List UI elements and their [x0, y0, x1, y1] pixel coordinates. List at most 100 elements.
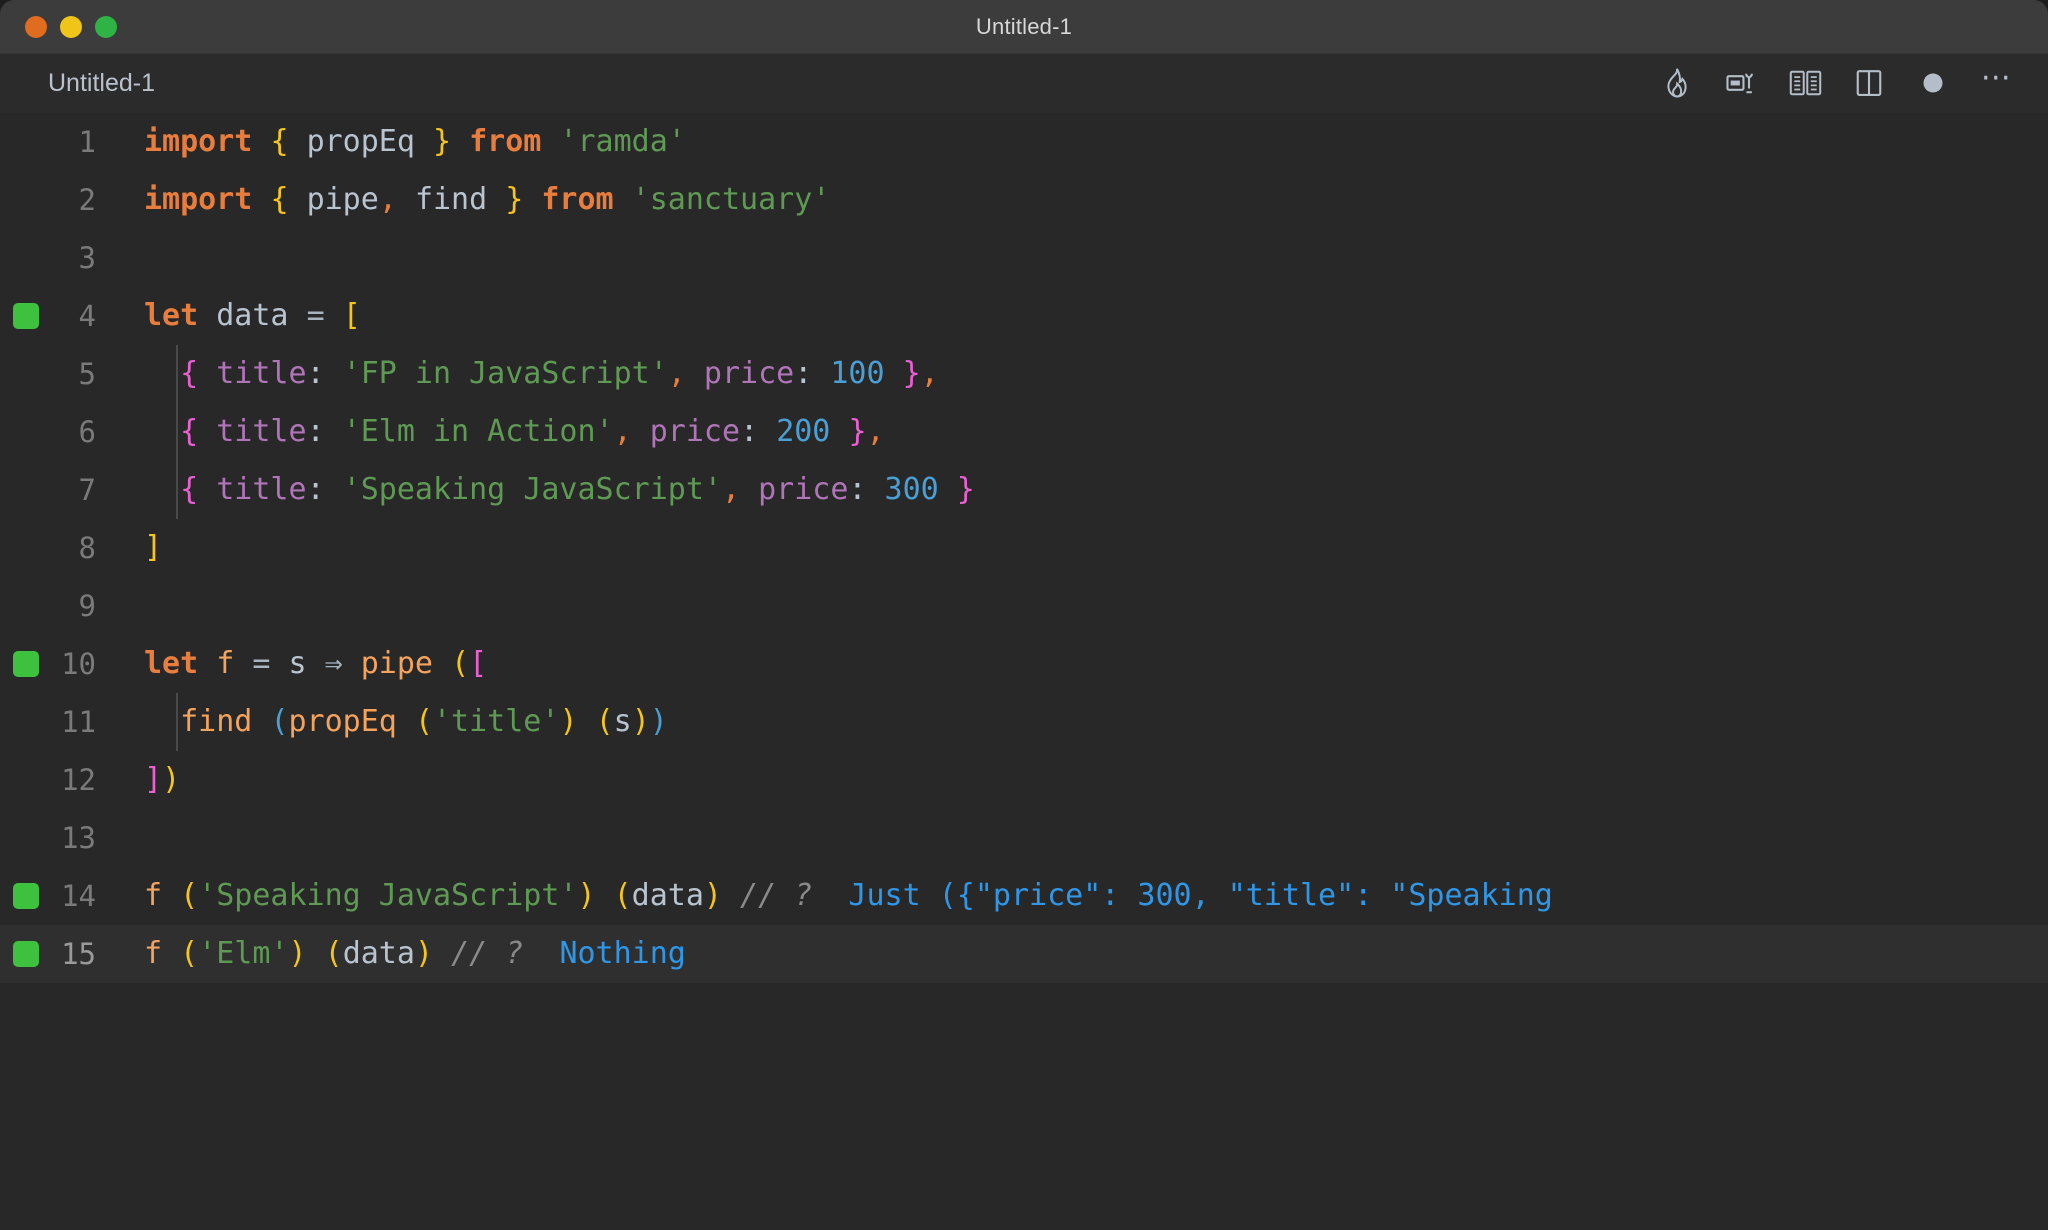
line-number: 2 — [78, 183, 96, 217]
token-property: title — [216, 356, 307, 391]
flame-icon[interactable] — [1660, 66, 1694, 100]
code-line[interactable]: 3 — [0, 229, 2048, 287]
token-comma: , — [667, 356, 686, 391]
token-brace: { — [180, 356, 199, 391]
token-bracket: ] — [144, 762, 163, 797]
editor-toolbar: ⋯ — [1660, 60, 2014, 100]
token-colon: : — [740, 414, 759, 449]
token-colon: : — [794, 356, 813, 391]
token-keyword: import — [144, 182, 253, 217]
open-book-icon[interactable] — [1788, 66, 1822, 100]
minimize-window-button[interactable] — [60, 15, 82, 38]
code-line[interactable]: 13 — [0, 809, 2048, 867]
token-brace: } — [848, 414, 867, 449]
run-split-icon[interactable] — [1724, 66, 1758, 100]
unsaved-dot-icon[interactable] — [1916, 66, 1950, 100]
token-identifier: data — [342, 936, 415, 971]
code-editor[interactable]: 1 import { propEq } from 'ramda' 2 impor… — [0, 113, 2048, 1230]
token-brace: } — [433, 124, 452, 159]
code-line[interactable]: 6 { title: 'Elm in Action', price: 200 }… — [0, 403, 2048, 461]
line-number: 11 — [61, 705, 96, 739]
code-line[interactable]: 14 f ('Speaking JavaScript') (data) // ?… — [0, 867, 2048, 925]
line-content: import { pipe, find } from 'sanctuary' — [130, 171, 2048, 229]
token-paren: ( — [270, 704, 289, 739]
token-paren: ( — [595, 704, 614, 739]
code-line[interactable]: 7 { title: 'Speaking JavaScript', price:… — [0, 461, 2048, 519]
tab-untitled-1[interactable]: Untitled-1 — [48, 69, 155, 98]
token-colon: : — [306, 414, 325, 449]
line-content: let data = [ — [130, 287, 2048, 345]
token-property: price — [703, 356, 795, 391]
token-keyword: import — [144, 124, 253, 159]
token-paren: ) — [631, 704, 650, 739]
token-brace: { — [180, 414, 199, 449]
maximize-window-button[interactable] — [95, 15, 117, 38]
split-editor-icon[interactable] — [1852, 66, 1886, 100]
token-identifier: propEq — [306, 124, 415, 159]
traffic-light-buttons — [25, 15, 117, 38]
more-actions-glyph: ⋯ — [1980, 60, 2014, 95]
line-number: 9 — [78, 589, 96, 623]
token-brace: } — [505, 182, 524, 217]
code-line[interactable]: 4 let data = [ — [0, 287, 2048, 345]
code-line[interactable]: 1 import { propEq } from 'ramda' — [0, 113, 2048, 171]
token-comma: , — [613, 414, 632, 449]
token-keyword: let — [144, 298, 199, 333]
token-keyword: from — [469, 124, 542, 159]
token-colon: : — [306, 356, 325, 391]
code-line[interactable]: 5 { title: 'FP in JavaScript', price: 10… — [0, 345, 2048, 403]
token-property: title — [216, 414, 307, 449]
token-identifier: data — [216, 298, 289, 333]
token-function: propEq — [288, 704, 397, 739]
code-line-current[interactable]: 15 f ('Elm') (data) // ? Nothing — [0, 925, 2048, 983]
token-function: pipe — [360, 646, 433, 681]
token-brace: } — [956, 472, 975, 507]
code-line[interactable]: 9 — [0, 577, 2048, 635]
token-identifier: pipe — [306, 182, 379, 217]
code-line[interactable]: 8 ] — [0, 519, 2048, 577]
inline-result-value: Just ({"price": 300, "title": "Speaking — [848, 878, 1553, 913]
token-identifier: data — [631, 878, 704, 913]
token-number: 300 — [884, 472, 939, 507]
token-colon: : — [848, 472, 867, 507]
token-paren: ( — [180, 936, 199, 971]
quokka-live-marker — [13, 303, 39, 329]
more-actions-icon[interactable]: ⋯ — [1980, 60, 2014, 100]
token-comment: // ? — [740, 878, 813, 913]
token-parameter: s — [288, 646, 307, 681]
line-content: { title: 'FP in JavaScript', price: 100 … — [130, 345, 2048, 403]
token-paren: ) — [559, 704, 578, 739]
close-window-button[interactable] — [25, 15, 47, 38]
code-line[interactable]: 10 let f = s ⇒ pipe ([ — [0, 635, 2048, 693]
code-line[interactable]: 11 find (propEq ('title') (s)) — [0, 693, 2048, 751]
token-colon: : — [306, 472, 325, 507]
token-function: f — [144, 936, 163, 971]
code-line[interactable]: 2 import { pipe, find } from 'sanctuary' — [0, 171, 2048, 229]
line-content: { title: 'Speaking JavaScript', price: 3… — [130, 461, 2048, 519]
code-line[interactable]: 12 ]) — [0, 751, 2048, 809]
quokka-live-marker — [13, 941, 39, 967]
